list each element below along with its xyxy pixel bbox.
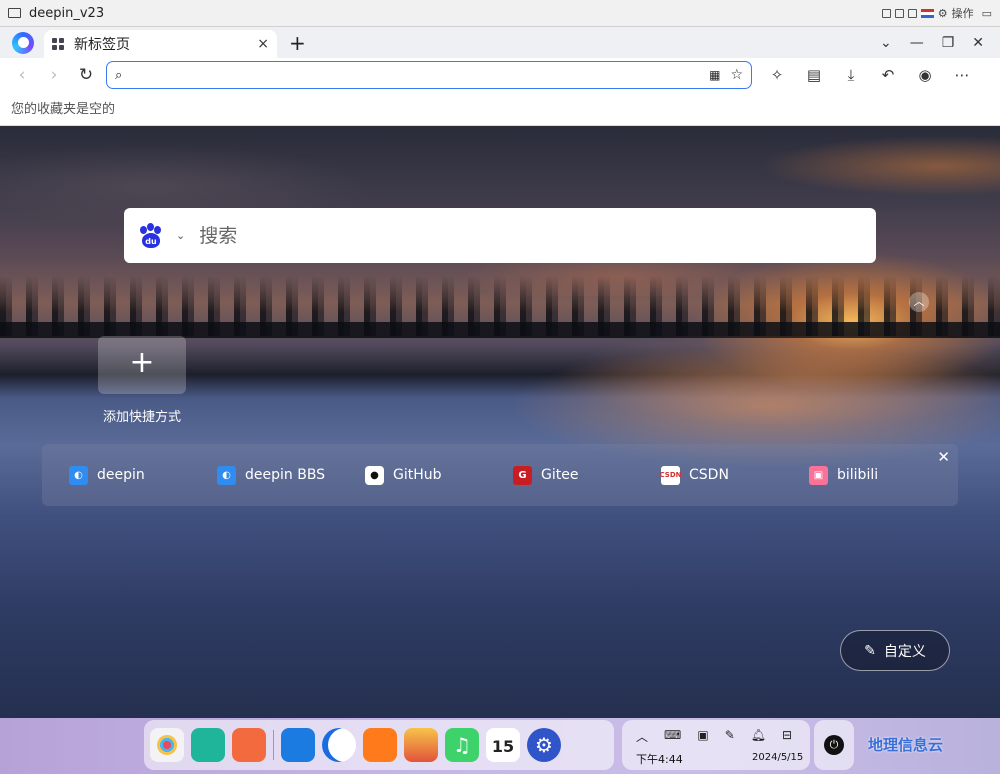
image-viewer-icon[interactable]	[404, 728, 438, 762]
tab-list-dropdown-icon[interactable]: ⌄	[880, 35, 892, 51]
clock-date[interactable]: 2024/5/15	[752, 752, 803, 763]
power-icon: ⏻	[824, 735, 844, 755]
gitee-icon: G	[513, 465, 532, 485]
music-icon[interactable]: ♫	[445, 728, 479, 762]
deepin-bbs-icon: ◐	[217, 465, 236, 485]
restore-icon[interactable]: ❐	[942, 35, 955, 51]
menu-icon[interactable]: ⋯	[953, 66, 971, 84]
forward-icon[interactable]: ›	[38, 65, 70, 85]
deepin-icon: ◐	[69, 465, 88, 485]
favorite-deepin[interactable]: ◐ deepin	[69, 465, 217, 485]
bookmarks-empty-text: 您的收藏夹是空的	[11, 102, 116, 117]
favorite-label: deepin BBS	[245, 467, 326, 483]
wallpaper-glow	[520, 336, 1000, 456]
customize-label: 自定义	[883, 643, 926, 660]
browser-toolbar: ‹ › ↻ ⌕ ▦ ☆ ✧ ▤ ⤓ ↶ ◉ ⋯	[0, 58, 1000, 92]
new-tab-button[interactable]: +	[289, 31, 306, 55]
pen-icon[interactable]: ✎	[725, 728, 735, 745]
file-manager-icon[interactable]	[191, 728, 225, 762]
notes-icon[interactable]	[281, 728, 315, 762]
tab-label: 新标签页	[74, 37, 130, 53]
vm-view2-icon[interactable]	[894, 8, 904, 18]
history-icon[interactable]: ↶	[879, 66, 897, 84]
customize-button[interactable]: ✎ 自定义	[840, 630, 950, 671]
favorites-bar: ◐ deepin ◐ deepin BBS ● GitHub G Gitee C…	[42, 444, 958, 506]
favorite-deepin-bbs[interactable]: ◐ deepin BBS	[217, 465, 365, 485]
shop-icon[interactable]	[363, 728, 397, 762]
back-icon[interactable]: ‹	[6, 65, 38, 85]
extensions-icon[interactable]: ✧	[768, 66, 786, 84]
calendar-day: 15	[491, 737, 515, 756]
app-store-icon[interactable]	[232, 728, 266, 762]
dock-separator	[273, 730, 274, 760]
search-input[interactable]	[199, 224, 862, 247]
collections-icon[interactable]: ▤	[805, 66, 823, 84]
favorite-label: Gitee	[541, 467, 579, 483]
address-input[interactable]	[128, 67, 710, 83]
vm-titlebar: deepin_v23 ⚙ 操作 ▭	[0, 0, 1000, 27]
download-icon[interactable]: ⤓	[842, 66, 860, 84]
new-tab-page: du ⌄ ︿ + 添加快捷方式 ◐ deepin ◐ deepin BBS ● …	[0, 126, 1000, 718]
search-icon: ⌕	[115, 67, 123, 83]
favorite-bilibili[interactable]: ▣ bilibili	[809, 465, 957, 485]
baidu-icon[interactable]: du	[138, 222, 164, 249]
favorite-label: GitHub	[393, 467, 442, 483]
launcher-icon[interactable]	[150, 728, 184, 762]
vm-title: deepin_v23	[29, 5, 105, 21]
keyboard-icon[interactable]: ⌨	[664, 728, 681, 745]
vm-action-menu[interactable]: 操作	[952, 5, 974, 21]
minimize-icon[interactable]: —	[910, 35, 924, 51]
reload-icon[interactable]: ↻	[70, 65, 102, 85]
favorite-label: deepin	[97, 467, 145, 483]
search-box[interactable]: du ⌄	[124, 208, 876, 263]
vm-extra-icon[interactable]: ▭	[982, 7, 992, 20]
profile-icon[interactable]: ◉	[916, 66, 934, 84]
monitor-icon	[8, 8, 21, 18]
github-icon: ●	[365, 465, 384, 485]
favorites-close-icon[interactable]: ✕	[937, 448, 950, 466]
add-shortcut-label: 添加快捷方式	[102, 410, 181, 425]
vm-fullscreen-icon[interactable]	[907, 8, 917, 18]
screenshot-icon[interactable]: ▣	[697, 728, 708, 745]
apps-grid-icon	[52, 38, 64, 50]
power-button[interactable]: ⏻	[814, 720, 854, 770]
tab-new-tab[interactable]: 新标签页 ×	[44, 30, 277, 58]
favorite-gitee[interactable]: G Gitee	[513, 465, 661, 485]
bookmarks-bar: 您的收藏夹是空的	[0, 92, 1000, 126]
taskbar: ♫ 15 ⚙ ︿ ⌨ ▣ ✎ 🔔︎ ⊟ 下午4:44 2024/5/15 ⏻ 地…	[0, 718, 1000, 774]
bell-icon[interactable]: 🔔︎	[751, 728, 766, 745]
browser-logo-icon[interactable]	[12, 31, 34, 54]
vm-view-icon[interactable]	[881, 8, 891, 18]
star-icon[interactable]: ☆	[730, 67, 743, 83]
close-window-icon[interactable]: ✕	[972, 35, 984, 51]
collapse-icon[interactable]: ︿	[909, 292, 929, 312]
settings-icon[interactable]: ⚙	[527, 728, 561, 762]
favorite-github[interactable]: ● GitHub	[365, 465, 513, 485]
control-center-icon[interactable]: ⊟	[782, 728, 792, 745]
clock-time[interactable]: 下午4:44	[636, 751, 683, 767]
gear-icon[interactable]: ⚙	[938, 7, 948, 20]
system-tray: ︿ ⌨ ▣ ✎ 🔔︎ ⊟ 下午4:44 2024/5/15	[622, 720, 810, 770]
favorite-csdn[interactable]: CSDN CSDN	[660, 465, 809, 485]
browser-icon[interactable]	[322, 728, 356, 762]
add-shortcut-button[interactable]: +	[98, 336, 186, 394]
tab-bar: 新标签页 × + ⌄ — ❐ ✕	[0, 27, 1000, 58]
engine-dropdown-icon[interactable]: ⌄	[176, 229, 185, 242]
favorite-label: CSDN	[689, 467, 729, 483]
tray-expand-icon[interactable]: ︿	[636, 728, 648, 745]
csdn-icon: CSDN	[660, 465, 682, 485]
address-bar[interactable]: ⌕ ▦ ☆	[106, 61, 752, 89]
tab-close-icon[interactable]: ×	[257, 36, 269, 52]
calendar-icon[interactable]: 15	[486, 728, 520, 762]
keyboard-layout-icon[interactable]	[920, 8, 934, 18]
watermark-logo: 地理信息云	[868, 736, 944, 754]
dock: ♫ 15 ⚙	[144, 720, 614, 770]
favorite-label: bilibili	[837, 467, 879, 483]
qr-code-icon[interactable]: ▦	[709, 68, 720, 82]
bilibili-icon: ▣	[809, 465, 828, 485]
pencil-icon: ✎	[864, 642, 876, 659]
